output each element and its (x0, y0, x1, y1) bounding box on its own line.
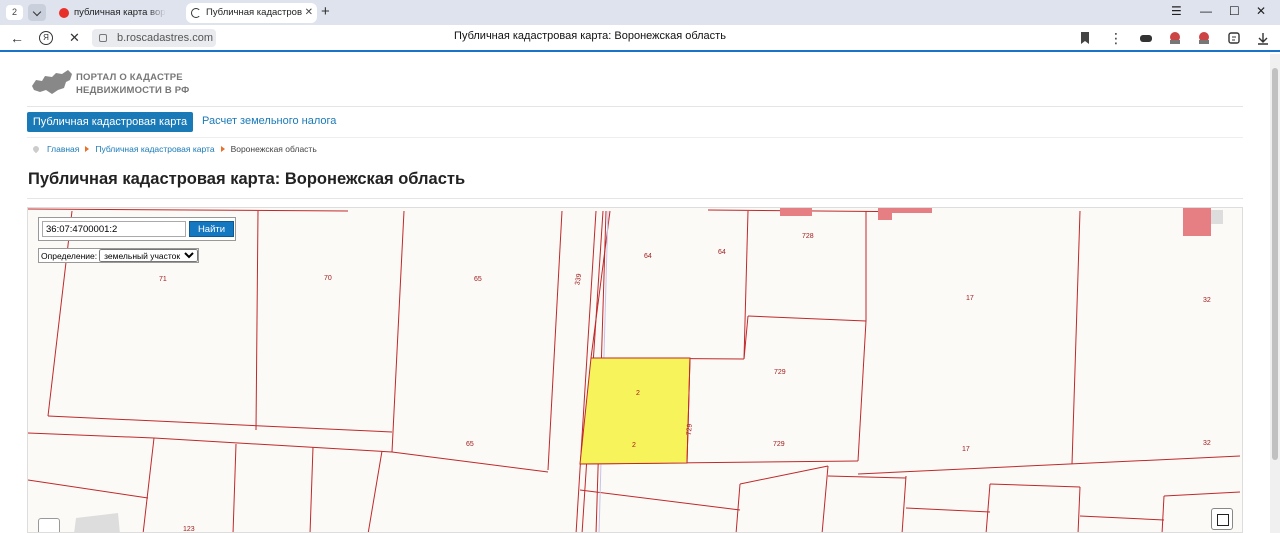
breadcrumb: Главная Публичная кадастровая карта Вороне… (31, 144, 317, 154)
maximize-icon[interactable]: ☐ (1229, 4, 1240, 18)
parcel-label[interactable]: 123 (183, 526, 195, 532)
download-icon[interactable] (1256, 31, 1270, 45)
definition-label: Определение: (41, 251, 98, 261)
breadcrumb-current: Воронежская область (230, 144, 317, 154)
url-field[interactable]: b.roscadastres.com (92, 29, 216, 47)
tab-inactive[interactable]: публичная карта воронеж (54, 3, 180, 23)
logo-line-1: ПОРТАЛ О КАДАСТРЕ (76, 72, 183, 83)
page-title: Публичная кадастровая карта: Воронежская… (28, 170, 466, 188)
collections-icon[interactable] (1227, 31, 1241, 45)
tab-bar: 2 публичная карта воронеж Публичная када… (0, 0, 1280, 25)
tab-active[interactable]: Публичная кадастров ✕ (186, 3, 317, 23)
parcel-label[interactable]: 64 (644, 253, 652, 260)
parcel-label[interactable]: 65 (466, 441, 474, 448)
parcel-label[interactable]: 2 (636, 390, 640, 397)
parcel-boundaries (28, 208, 1241, 532)
parcel-label[interactable]: 32 (1203, 297, 1211, 304)
bookmark-icon[interactable] (1078, 31, 1092, 45)
nav-land-tax[interactable]: Расчет земельного налога (202, 115, 336, 127)
divider (27, 106, 1243, 107)
stop-loading-icon[interactable]: ✕ (69, 30, 80, 46)
more-options-icon[interactable]: ⋮ (1109, 30, 1123, 46)
logo-line-2: НЕДВИЖИМОСТИ В РФ (76, 85, 190, 96)
breadcrumb-map[interactable]: Публичная кадастровая карта (95, 144, 214, 154)
scrollbar-thumb[interactable] (1272, 68, 1278, 460)
address-page-title: Публичная кадастровая карта: Воронежская… (454, 30, 726, 42)
definition-selector: Определение: земельный участок (38, 248, 200, 263)
fullscreen-icon[interactable] (1211, 508, 1233, 530)
close-window-icon[interactable]: ✕ (1256, 4, 1266, 18)
address-bar: ← Я ✕ b.roscadastres.com Публичная кадас… (0, 25, 1280, 52)
parcel-label[interactable]: 17 (966, 295, 974, 302)
extension-icon[interactable] (1197, 31, 1211, 45)
close-tab-icon[interactable]: ✕ (305, 3, 313, 23)
loading-spinner-icon (191, 8, 201, 18)
yandex-icon[interactable]: Я (39, 31, 53, 45)
parcel-label[interactable]: 729 (773, 441, 785, 448)
tab-title: публичная карта воронеж (74, 7, 166, 18)
extension-icon[interactable] (1139, 31, 1153, 45)
yandex-favicon-icon (59, 8, 69, 18)
breadcrumb-arrow-icon (220, 146, 225, 152)
parcel-label[interactable]: 71 (159, 276, 167, 283)
cadastral-search: Найти (38, 217, 236, 241)
parcel-label[interactable]: 32 (1203, 440, 1211, 447)
parcel-label[interactable]: 729 (686, 423, 694, 435)
tab-title: Публичная кадастров (206, 7, 303, 18)
divider (27, 137, 1243, 138)
lock-icon (99, 34, 107, 42)
parcel-label[interactable]: 70 (324, 275, 332, 282)
find-button[interactable]: Найти (189, 221, 234, 237)
cadastral-number-input[interactable] (42, 221, 186, 237)
parcel-label[interactable]: 17 (962, 446, 970, 453)
breadcrumb-home[interactable]: Главная (47, 144, 79, 154)
definition-select[interactable]: земельный участок (99, 249, 199, 262)
location-pin-icon (31, 144, 41, 154)
site-logo-text[interactable]: ПОРТАЛ О КАДАСТРЕ НЕДВИЖИМОСТИ В РФ (76, 71, 190, 97)
tab-count[interactable]: 2 (6, 5, 23, 20)
russia-map-logo-icon (32, 70, 72, 94)
tab-list-chevron-icon[interactable] (28, 4, 46, 21)
divider (27, 198, 1243, 199)
url-text: b.roscadastres.com (117, 32, 213, 44)
nav-public-map[interactable]: Публичная кадастровая карта (27, 112, 193, 132)
breadcrumb-arrow-icon (85, 146, 90, 152)
back-arrow-icon[interactable]: ← (10, 30, 24, 46)
parcel-label[interactable]: 2 (632, 442, 636, 449)
parcel-label[interactable]: 728 (802, 233, 814, 240)
parcel-label[interactable]: 729 (774, 369, 786, 376)
parcel-label[interactable]: 64 (718, 249, 726, 256)
cadastral-map[interactable]: 71 70 65 339 64 64 728 17 32 2 2 729 729… (27, 207, 1243, 533)
extension-icon[interactable] (1168, 31, 1182, 45)
minimize-icon[interactable]: — (1200, 4, 1212, 18)
page-scrollbar[interactable] (1270, 54, 1280, 533)
parcel-label[interactable]: 65 (474, 276, 482, 283)
menu-icon[interactable]: ☰ (1171, 4, 1182, 18)
map-control-button[interactable] (38, 518, 60, 532)
new-tab-icon[interactable]: + (321, 4, 330, 20)
